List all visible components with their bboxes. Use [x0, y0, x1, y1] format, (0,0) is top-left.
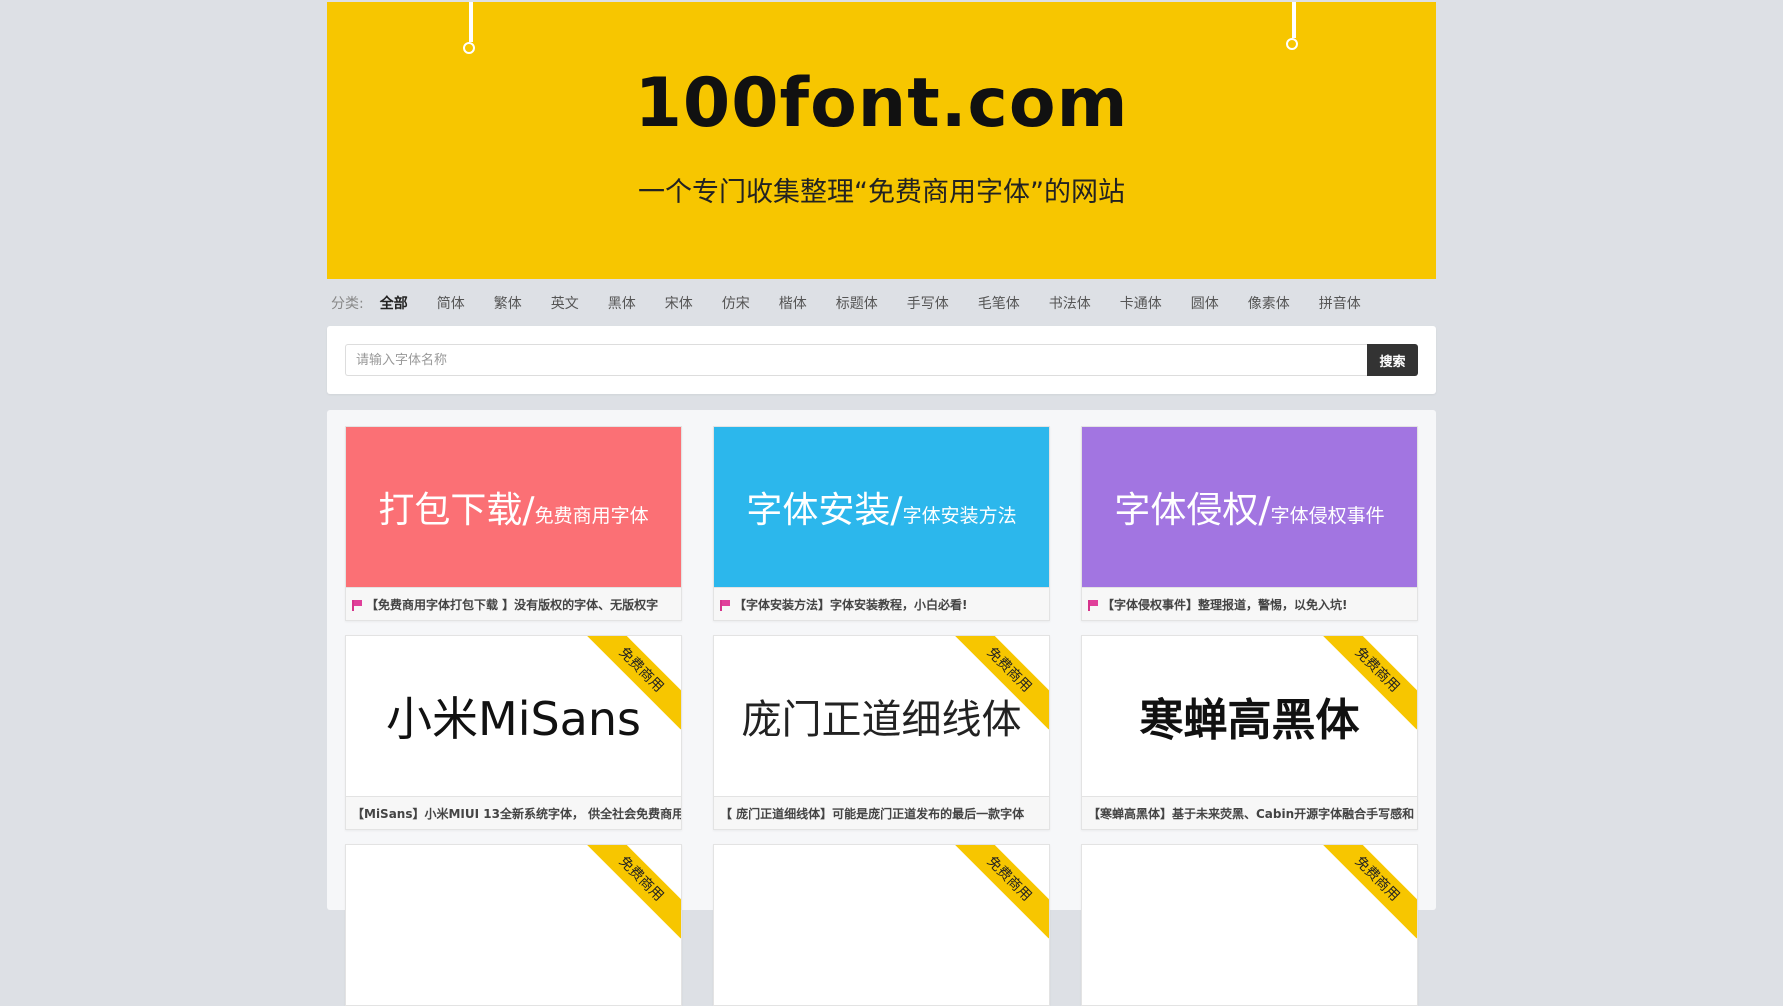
font-preview[interactable]: 庞门正道细线体 免费商用	[714, 636, 1049, 796]
font-preview[interactable]: 小米MiSans 免费商用	[346, 636, 681, 796]
featured-title: 字体侵权/字体侵权事件	[1114, 490, 1385, 531]
featured-card-infringement[interactable]: 字体侵权/字体侵权事件 【字体侵权事件】整理报道，警惕，以免入坑!	[1081, 426, 1418, 621]
font-caption[interactable]: 【MiSans】小米MIUI 13全新系统字体， 供全社会免费商用	[346, 796, 681, 829]
font-caption[interactable]: 【 庞门正道细线体】可能是庞门正道发布的最后一款字体	[714, 796, 1049, 829]
featured-title: 字体安装/字体安装方法	[746, 490, 1017, 531]
category-pixel[interactable]: 像素体	[1248, 293, 1290, 313]
flag-icon	[352, 599, 362, 611]
font-card[interactable]: 免费商用	[713, 844, 1050, 1006]
font-card-hanchan[interactable]: 寒蝉高黑体 免费商用 【寒蝉高黑体】基于未来荧黑、Cabin开源字体融合手写感和	[1081, 635, 1418, 830]
site-banner: 100font.com 一个专门收集整理“免费商用字体”的网站	[327, 2, 1436, 279]
free-commercial-ribbon: 免费商用	[1317, 845, 1417, 939]
featured-thumb[interactable]: 字体安装/字体安装方法	[714, 427, 1049, 587]
category-pinyin[interactable]: 拼音体	[1319, 293, 1361, 313]
category-heiti[interactable]: 黑体	[608, 293, 636, 313]
category-kaiti[interactable]: 楷体	[779, 293, 807, 313]
featured-caption[interactable]: 【免费商用字体打包下载 】没有版权的字体、无版权字	[346, 587, 681, 620]
font-preview[interactable]: 寒蝉高黑体 免费商用	[1082, 636, 1417, 796]
site-subtitle: 一个专门收集整理“免费商用字体”的网站	[638, 177, 1125, 208]
font-grid: 打包下载/免费商用字体 【免费商用字体打包下载 】没有版权的字体、无版权字 字体…	[327, 410, 1436, 1006]
search-panel: 搜索	[327, 326, 1436, 394]
category-english[interactable]: 英文	[551, 293, 579, 313]
site-title[interactable]: 100font.com	[327, 64, 1436, 143]
free-commercial-ribbon: 免费商用	[949, 845, 1049, 939]
category-fangsong[interactable]: 仿宋	[722, 293, 750, 313]
featured-thumb[interactable]: 打包下载/免费商用字体	[346, 427, 681, 587]
font-preview[interactable]: 免费商用	[1082, 845, 1417, 1005]
font-card[interactable]: 免费商用	[1081, 844, 1418, 1006]
featured-caption[interactable]: 【字体安装方法】字体安装教程，小白必看!	[714, 587, 1049, 620]
font-card-misans[interactable]: 小米MiSans 免费商用 【MiSans】小米MIUI 13全新系统字体， 供…	[345, 635, 682, 830]
font-preview[interactable]: 免费商用	[714, 845, 1049, 1005]
font-card-pangmen[interactable]: 庞门正道细线体 免费商用 【 庞门正道细线体】可能是庞门正道发布的最后一款字体	[713, 635, 1050, 830]
category-cartoon[interactable]: 卡通体	[1120, 293, 1162, 313]
category-brush[interactable]: 毛笔体	[978, 293, 1020, 313]
font-sample: 寒蝉高黑体	[1139, 695, 1360, 746]
featured-thumb[interactable]: 字体侵权/字体侵权事件	[1082, 427, 1417, 587]
category-title[interactable]: 标题体	[836, 293, 878, 313]
free-commercial-ribbon: 免费商用	[581, 845, 681, 939]
category-all[interactable]: 全部	[380, 293, 408, 313]
category-calligraphy[interactable]: 书法体	[1049, 293, 1091, 313]
category-simplified[interactable]: 简体	[437, 293, 465, 313]
banner-hanger-left	[463, 2, 475, 54]
featured-card-install[interactable]: 字体安装/字体安装方法 【字体安装方法】字体安装教程，小白必看!	[713, 426, 1050, 621]
search-input[interactable]	[345, 344, 1367, 376]
featured-card-download[interactable]: 打包下载/免费商用字体 【免费商用字体打包下载 】没有版权的字体、无版权字	[345, 426, 682, 621]
category-label: 分类:	[331, 295, 364, 312]
font-sample: 庞门正道细线体	[741, 697, 1022, 743]
featured-title: 打包下载/免费商用字体	[378, 490, 649, 531]
font-card[interactable]: 免费商用	[345, 844, 682, 1006]
page-container: 100font.com 一个专门收集整理“免费商用字体”的网站 分类: 全部 简…	[327, 2, 1436, 1006]
font-caption[interactable]: 【寒蝉高黑体】基于未来荧黑、Cabin开源字体融合手写感和	[1082, 796, 1417, 829]
category-songti[interactable]: 宋体	[665, 293, 693, 313]
banner-hanger-right	[1286, 2, 1298, 50]
search-button[interactable]: 搜索	[1367, 344, 1418, 376]
category-nav: 分类: 全部 简体 繁体 英文 黑体 宋体 仿宋 楷体 标题体 手写体 毛笔体 …	[327, 279, 1436, 326]
flag-icon	[720, 599, 730, 611]
flag-icon	[1088, 599, 1098, 611]
font-preview[interactable]: 免费商用	[346, 845, 681, 1005]
category-handwriting[interactable]: 手写体	[907, 293, 949, 313]
font-sample: 小米MiSans	[386, 692, 641, 746]
category-rounded[interactable]: 圆体	[1191, 293, 1219, 313]
featured-caption[interactable]: 【字体侵权事件】整理报道，警惕，以免入坑!	[1082, 587, 1417, 620]
category-traditional[interactable]: 繁体	[494, 293, 522, 313]
